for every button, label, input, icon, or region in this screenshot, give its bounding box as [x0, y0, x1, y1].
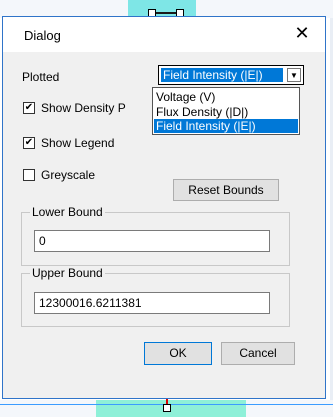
greyscale-label: Greyscale: [41, 168, 96, 182]
show-legend-checkbox[interactable]: ✔: [23, 137, 35, 149]
checkmark-icon: ✔: [24, 137, 34, 148]
lower-bound-title: Lower Bound: [30, 205, 105, 219]
chevron-down-icon[interactable]: ▼: [287, 68, 301, 82]
show-legend-row[interactable]: ✔ Show Legend: [23, 136, 114, 150]
dropdown-option-voltage[interactable]: Voltage (V): [154, 90, 298, 104]
show-density-row[interactable]: ✔ Show Density P: [23, 101, 126, 115]
dropdown-option-field-intensity[interactable]: Field Intensity (|E|): [154, 119, 298, 133]
show-density-checkbox[interactable]: ✔: [23, 102, 35, 114]
close-icon[interactable]: ✕: [293, 25, 311, 43]
greyscale-row[interactable]: Greyscale: [23, 168, 95, 182]
cancel-button[interactable]: Cancel: [221, 342, 295, 365]
plotted-combobox[interactable]: Field Intensity (|E|) ▼: [158, 65, 304, 85]
dropdown-option-flux-density[interactable]: Flux Density (|D|): [154, 105, 298, 119]
lower-bound-input[interactable]: 0: [34, 230, 270, 252]
title-bar[interactable]: Dialog ✕: [3, 17, 325, 52]
lower-bound-group: Lower Bound 0: [21, 205, 290, 266]
plotted-label: Plotted: [22, 70, 60, 84]
upper-bound-title: Upper Bound: [30, 266, 105, 280]
dialog-title: Dialog: [24, 28, 61, 43]
plotted-selected-value: Field Intensity (|E|): [161, 68, 283, 82]
background-green-region: [96, 400, 246, 417]
show-density-label: Show Density P: [41, 101, 126, 115]
background-node: [163, 404, 171, 412]
upper-bound-input[interactable]: 12300016.6211381: [34, 292, 270, 314]
dialog-window: Dialog ✕ Plotted Field Intensity (|E|) ▼…: [2, 16, 326, 399]
greyscale-checkbox[interactable]: [23, 169, 35, 181]
checkmark-icon: ✔: [24, 102, 34, 113]
reset-bounds-button[interactable]: Reset Bounds: [173, 179, 279, 201]
ok-button[interactable]: OK: [144, 342, 212, 365]
plotted-dropdown-list: Voltage (V) Flux Density (|D|) Field Int…: [152, 87, 300, 135]
show-legend-label: Show Legend: [41, 136, 115, 150]
upper-bound-group: Upper Bound 12300016.6211381: [21, 266, 290, 327]
